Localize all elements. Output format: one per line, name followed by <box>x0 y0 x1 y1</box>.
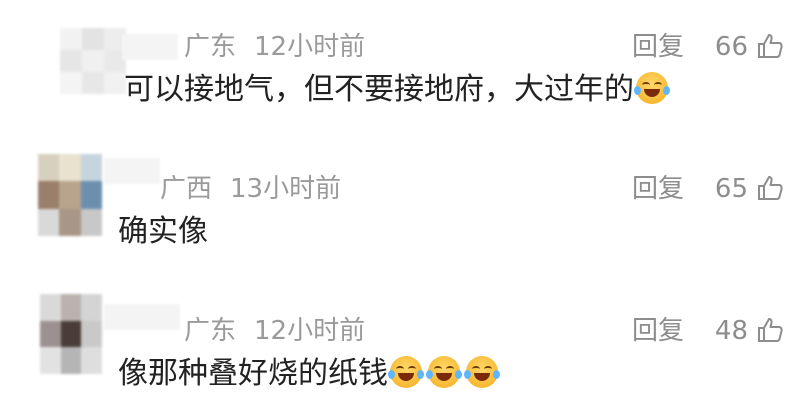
like-count: 66 <box>714 32 748 62</box>
comment-time: 12小时前 <box>254 32 366 62</box>
tears-of-joy-emoji-icon <box>426 356 462 388</box>
reply-button[interactable]: 回复 <box>632 316 684 346</box>
comment-text: 可以接地气，但不要接地府，大过年的 <box>124 70 670 110</box>
comment-location: 广东 <box>184 32 237 62</box>
reply-button[interactable]: 回复 <box>632 32 684 62</box>
username-redacted <box>104 304 180 330</box>
comment-meta: 广东 12小时前 <box>184 316 365 346</box>
comment-text: 确实像 <box>118 212 208 252</box>
avatar[interactable] <box>60 28 126 94</box>
comment-meta: 广东 12小时前 <box>184 32 365 62</box>
username-redacted <box>122 34 178 60</box>
thumbs-up-icon[interactable] <box>756 32 784 60</box>
comment-location: 广东 <box>184 316 237 346</box>
tears-of-joy-emoji-icon <box>464 356 500 388</box>
comment-text: 像那种叠好烧的纸钱 <box>118 354 500 394</box>
thumbs-up-icon[interactable] <box>756 174 784 202</box>
comment-body: 可以接地气，但不要接地府，大过年的 <box>124 72 634 107</box>
comment-item: 广东 12小时前 像那种叠好烧的纸钱 回复 48 <box>0 280 803 418</box>
tears-of-joy-emoji-icon <box>388 356 424 388</box>
reply-button[interactable]: 回复 <box>632 174 684 204</box>
thumbs-up-icon[interactable] <box>756 316 784 344</box>
comment-location: 广西 <box>160 174 213 204</box>
comment-time: 12小时前 <box>254 316 366 346</box>
avatar[interactable] <box>40 294 102 374</box>
comment-meta: 广西 13小时前 <box>160 174 341 204</box>
like-count: 65 <box>714 174 748 204</box>
comment-time: 13小时前 <box>230 174 342 204</box>
like-count: 48 <box>714 316 748 346</box>
comment-item: 广西 13小时前 确实像 回复 65 <box>0 140 803 280</box>
comment-body: 像那种叠好烧的纸钱 <box>118 356 388 391</box>
tears-of-joy-emoji-icon <box>634 72 670 104</box>
comment-body: 确实像 <box>118 214 208 249</box>
avatar[interactable] <box>38 154 102 236</box>
username-redacted <box>104 158 160 184</box>
comment-item: 广东 12小时前 可以接地气，但不要接地府，大过年的 回复 66 <box>0 0 803 140</box>
